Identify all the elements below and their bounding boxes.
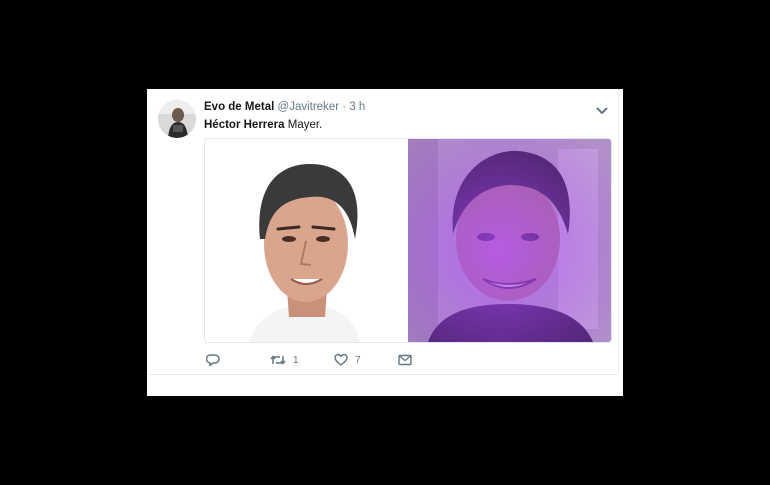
chevron-down-icon[interactable] <box>596 103 608 114</box>
tweet-text-mention: Héctor Herrera <box>204 119 285 131</box>
like-count: 7 <box>355 354 361 366</box>
tweet-text: Héctor Herrera Mayer. <box>204 118 322 132</box>
avatar[interactable] <box>158 100 196 138</box>
user-handle[interactable]: @Javitreker <box>278 101 340 113</box>
tweet-text-body: Mayer. <box>284 119 323 131</box>
like-button[interactable]: 7 <box>334 352 361 368</box>
timestamp[interactable]: 3 h <box>349 101 365 113</box>
display-name[interactable]: Evo de Metal <box>204 101 274 113</box>
direct-message-button[interactable] <box>398 352 412 368</box>
retweet-icon[interactable] <box>270 353 286 367</box>
photo-left[interactable] <box>205 139 408 342</box>
card-divider <box>147 374 617 375</box>
reply-icon[interactable] <box>206 353 220 367</box>
retweet-button[interactable]: 1 <box>270 352 299 368</box>
photo-right[interactable] <box>408 139 611 342</box>
retweet-count: 1 <box>293 354 299 366</box>
tweet-actions: 1 7 <box>204 352 424 368</box>
media-grid <box>204 138 612 343</box>
card-divider <box>618 89 619 374</box>
tweet-header: Evo de Metal @Javitreker · 3 h <box>204 100 365 114</box>
reply-button[interactable] <box>206 352 220 368</box>
tweet-card[interactable]: Evo de Metal @Javitreker · 3 h Héctor He… <box>147 89 623 396</box>
envelope-icon[interactable] <box>398 354 412 366</box>
separator-dot: · <box>342 101 347 113</box>
heart-icon[interactable] <box>334 353 348 367</box>
